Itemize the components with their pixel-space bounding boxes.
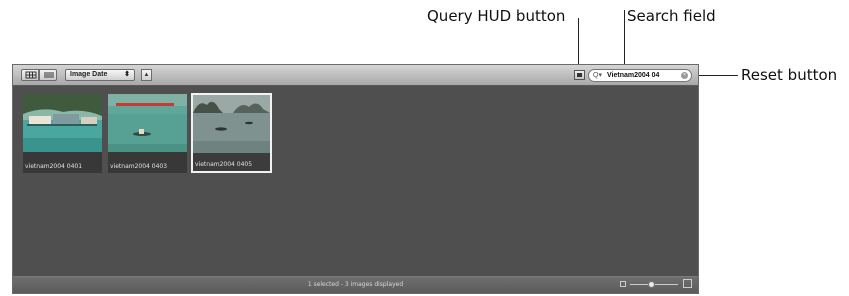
thumbnail[interactable]: vietnam2004 0401 (23, 94, 102, 173)
leader-line-search-field (624, 10, 625, 69)
list-view-button[interactable] (39, 69, 57, 81)
photo-harbor-houses (23, 94, 102, 152)
sort-direction-button[interactable]: ▲ (141, 69, 152, 81)
thumbnail-name: vietnam2004 0405 (195, 161, 253, 168)
large-thumbnail-icon (683, 279, 692, 288)
popup-arrows-icon: ⬍ (124, 71, 130, 78)
thumbnail-selected[interactable]: vietnam2004 0405 (191, 93, 272, 173)
callout-search-field: Search field (627, 7, 716, 25)
callout-query-hud: Query HUD button (427, 7, 566, 25)
thumbnail-name: vietnam2004 0401 (25, 163, 83, 170)
sort-popup-label: Image Date (70, 71, 108, 78)
photo-karst-boats (193, 95, 270, 153)
search-value: Vietnam2004 04 (607, 72, 660, 79)
reset-button[interactable]: × (681, 72, 688, 79)
sort-popup[interactable]: Image Date ⬍ (65, 69, 135, 81)
magnifier-icon[interactable]: Q▾ (593, 70, 602, 81)
status-bar: 1 selected - 3 images displayed (13, 276, 698, 293)
search-field[interactable]: Q▾ Vietnam2004 04 × (588, 69, 692, 82)
list-icon (44, 72, 54, 78)
grid-icon (25, 71, 37, 79)
hud-icon (577, 73, 582, 77)
thumbnail[interactable]: vietnam2004 0403 (108, 94, 187, 173)
leader-line-query-hud (578, 18, 579, 69)
callout-reset-button: Reset button (741, 66, 838, 84)
small-thumbnail-icon (620, 281, 626, 287)
thumbnail-name: vietnam2004 0403 (110, 163, 168, 170)
status-text: 1 selected - 3 images displayed (307, 281, 404, 288)
grid-view-button[interactable] (21, 69, 39, 81)
photo-boat-bay (108, 94, 187, 152)
sort-up-icon: ▲ (143, 72, 150, 78)
browser-toolbar: Image Date ⬍ ▲ Q▾ Vietnam2004 04 × (13, 65, 698, 86)
image-browser: Image Date ⬍ ▲ Q▾ Vietnam2004 04 × vietn… (12, 64, 699, 294)
query-hud-button[interactable] (574, 70, 585, 80)
